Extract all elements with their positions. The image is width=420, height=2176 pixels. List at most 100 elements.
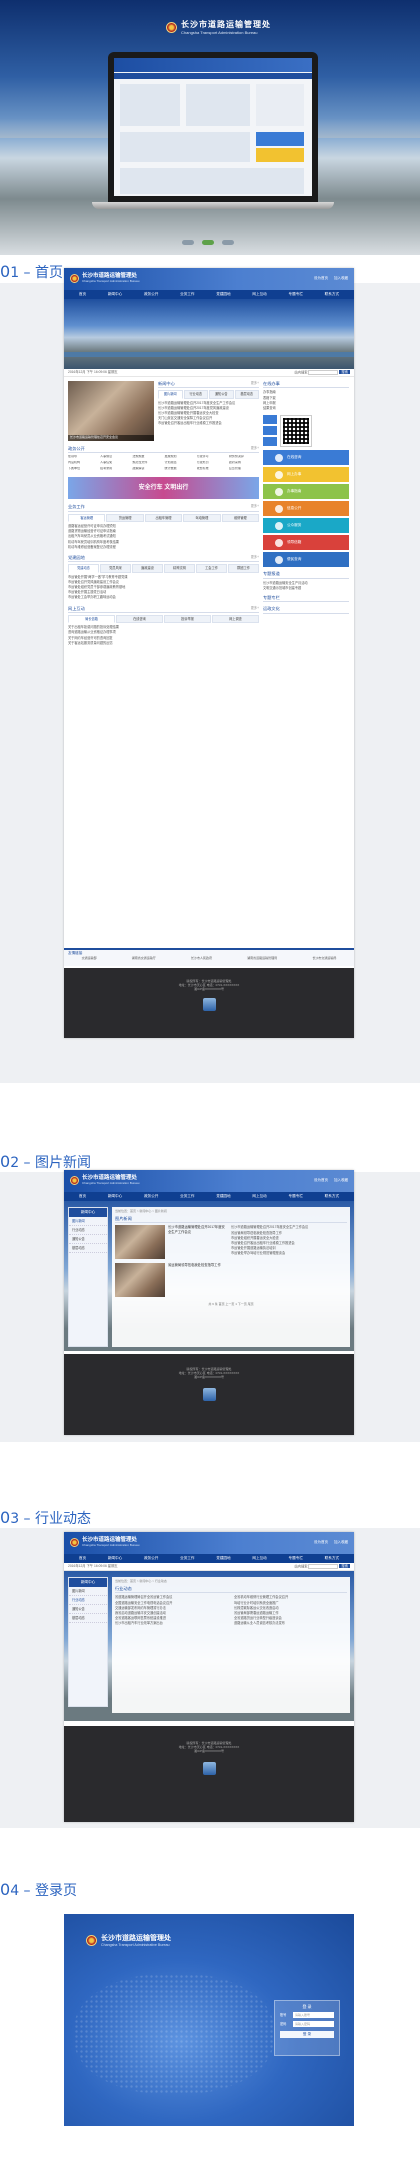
online-link[interactable]: 结果查询 (263, 406, 349, 411)
ad-banner[interactable]: 安全行车 文明出行 (68, 477, 259, 500)
search-button[interactable]: 搜索 (339, 1564, 350, 1569)
tab-party[interactable]: 党建动态 (68, 564, 99, 573)
gov-badge-icon[interactable] (202, 997, 216, 1011)
nav-news[interactable]: 新闻中心 (108, 1194, 122, 1199)
search-input[interactable] (308, 1564, 339, 1569)
nav-special[interactable]: 专题专栏 (289, 1194, 303, 1199)
more-link[interactable]: 更多+ (251, 606, 259, 611)
gov-link[interactable]: 人事任免 (100, 461, 130, 466)
gov-link[interactable]: 收费标准 (197, 467, 227, 472)
tab-business[interactable]: 驾培管理 (183, 513, 221, 523)
featured-photo[interactable] (115, 1225, 165, 1260)
nav-party[interactable]: 党建园地 (216, 1556, 230, 1561)
gov-link[interactable]: 下属单位 (68, 467, 98, 472)
featured-photo[interactable] (115, 1263, 165, 1298)
sidenav-item[interactable]: 基层动态 (69, 1244, 107, 1254)
nav-interact[interactable]: 网上互动 (252, 1194, 266, 1199)
tab-business[interactable]: 维修管理 (221, 513, 260, 523)
search-input[interactable] (308, 370, 339, 375)
nav-business[interactable]: 业务工作 (180, 1556, 194, 1561)
tab-notice[interactable]: 通知公告 (209, 390, 234, 399)
list-item[interactable]: 机动车维修经营备案登记办理流程 (68, 545, 259, 550)
sidenav-item[interactable]: 图片新闻 (69, 1587, 107, 1596)
add-favorite-link[interactable]: 加入收藏 (334, 1178, 348, 1183)
nav-interact[interactable]: 网上互动 (252, 292, 266, 297)
tab-business[interactable]: 出租车管理 (144, 513, 183, 523)
add-favorite-link[interactable]: 加入收藏 (334, 276, 348, 281)
gov-link[interactable]: 统计数据 (164, 467, 194, 472)
friend-link[interactable]: 交通运输部 (82, 956, 97, 962)
site-logo[interactable]: 长沙市道路运输管理处 Changsha Transport Administra… (70, 1537, 139, 1548)
tab-industry[interactable]: 行业动态 (183, 390, 208, 399)
sidenav-item[interactable]: 行业动态 (69, 1226, 107, 1235)
tab-grassroots[interactable]: 基层动态 (234, 390, 259, 399)
password-input[interactable]: 请输入密码 (293, 2021, 334, 2028)
nav-special[interactable]: 专题专栏 (289, 292, 303, 297)
list-item[interactable]: 长沙市出租汽车行业改革方案出台 (115, 1621, 228, 1626)
nav-party[interactable]: 党建园地 (216, 292, 230, 297)
site-logo[interactable]: 长沙市道路运输管理处 Changsha Transport Administra… (70, 273, 139, 284)
more-link[interactable]: 更多+ (251, 504, 259, 509)
tab-party[interactable]: 精神文明 (164, 564, 195, 573)
tile-public[interactable]: 公众服务 (263, 518, 349, 534)
gov-link[interactable]: 内设机构 (68, 461, 98, 466)
gov-badge-icon[interactable] (202, 1387, 216, 1401)
search-button[interactable]: 搜索 (339, 370, 350, 375)
sidenav-item[interactable]: 图片新闻 (69, 1217, 107, 1226)
gov-link[interactable]: 人事信息 (100, 455, 130, 460)
tab-interact[interactable]: 投诉举报 (164, 615, 211, 624)
tab-interact[interactable]: 网上调查 (212, 615, 259, 624)
weibo-icon[interactable] (263, 415, 277, 425)
gov-link[interactable]: 行政处罚 (197, 461, 227, 466)
app-icon[interactable] (263, 437, 277, 447)
tab-business[interactable]: 货运管理 (106, 513, 144, 523)
tile-query[interactable]: 便民查询 (263, 552, 349, 568)
site-logo[interactable]: 长沙市道路运输管理处 Changsha Transport Administra… (70, 1175, 139, 1186)
nav-interact[interactable]: 网上互动 (252, 1556, 266, 1561)
tab-party[interactable]: 工会工作 (196, 564, 227, 573)
tile-consult[interactable]: 在线咨询 (263, 450, 349, 466)
tab-pic-news[interactable]: 图片新闻 (158, 390, 183, 399)
gov-link[interactable]: 处领导 (68, 455, 98, 460)
carousel-dot-active[interactable] (202, 240, 214, 245)
tab-interact[interactable]: 局长信箱 (68, 615, 115, 624)
nav-business[interactable]: 业务工作 (180, 292, 194, 297)
tab-interact[interactable]: 在线咨询 (116, 615, 163, 624)
gov-link[interactable]: 应急管理 (229, 467, 259, 472)
gov-link[interactable]: 规范性文件 (132, 461, 162, 466)
gov-link[interactable]: 行政许可 (197, 455, 227, 460)
friend-link[interactable]: 长沙市人民政府 (191, 956, 212, 962)
gov-link[interactable]: 政策解读 (132, 467, 162, 472)
set-homepage-link[interactable]: 设为首页 (314, 1540, 328, 1545)
list-item[interactable]: 道路运输从业人员诚信考核办法发布 (234, 1621, 347, 1626)
nav-special[interactable]: 专题专栏 (289, 1556, 303, 1561)
tab-business[interactable]: 客运管理 (68, 513, 106, 523)
more-link[interactable]: 更多+ (251, 555, 259, 560)
nav-gov[interactable]: 政务公开 (144, 1556, 158, 1561)
list-item[interactable]: 市运管处举办驾培行业规范管理座谈会 (231, 1251, 347, 1256)
nav-business[interactable]: 业务工作 (180, 1194, 194, 1199)
featured-item[interactable]: 长沙市道路运输管理处召开2017年度安全生产工作会议 (115, 1225, 227, 1260)
gov-link[interactable]: 政府采购 (229, 461, 259, 466)
nav-home[interactable]: 首页 (79, 1556, 86, 1561)
tile-info[interactable]: 信息公开 (263, 501, 349, 517)
friend-link[interactable]: 湖南省道路运输管理局 (247, 956, 277, 962)
featured-title[interactable]: 省运管局领导莅临我处检查指导工作 (168, 1263, 227, 1297)
gov-link[interactable]: 发展规划 (164, 455, 194, 460)
sidenav-item[interactable]: 通知公告 (69, 1605, 107, 1615)
news-photo[interactable]: 长沙市道路运输管理处召开安全会议 (68, 381, 154, 441)
gov-link[interactable]: 财务预决算 (229, 455, 259, 460)
nav-news[interactable]: 新闻中心 (108, 1556, 122, 1561)
sidenav-item[interactable]: 基层动态 (69, 1614, 107, 1624)
login-button[interactable]: 登 录 (280, 2031, 334, 2039)
carousel-dots[interactable] (182, 240, 234, 245)
nav-news[interactable]: 新闻中心 (108, 292, 122, 297)
more-link[interactable]: 更多+ (251, 446, 259, 451)
list-item[interactable]: 文明交通示范城市创建专题 (263, 586, 349, 591)
tile-online[interactable]: 网上办事 (263, 467, 349, 483)
nav-contact[interactable]: 联系方式 (325, 1556, 339, 1561)
list-item[interactable]: 关于客运站服务质量问题的反馈 (68, 641, 259, 646)
tab-party[interactable]: 党员风采 (100, 564, 131, 573)
tile-guide[interactable]: 办事指南 (263, 484, 349, 500)
carousel-dot[interactable] (222, 240, 234, 245)
